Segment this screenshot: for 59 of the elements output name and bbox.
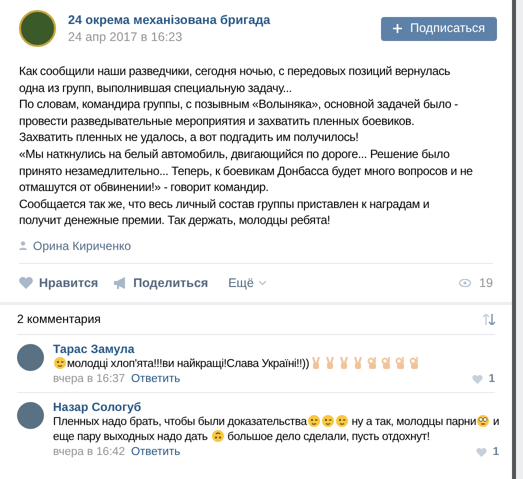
comment-author-link[interactable]: Тарас Замула (53, 342, 134, 357)
view-count: 19 (479, 274, 493, 292)
post-text-line: принято незамедлительно... Теперь, к боевикам Донбасса будет много вопросов и не (19, 162, 473, 180)
post-text-line: одна из групп, выполнившая специальную задачу... (19, 80, 292, 96)
reply-link[interactable]: Ответить (131, 444, 180, 460)
ok-hand-icon (395, 356, 406, 369)
comment-text: молодці хлоп'ята!!!ви найкращі!Слава Україні!!)) (67, 358, 310, 370)
post-text-line: По словам, командира группы, с позывным «Волыняка», основной задачей было - (19, 96, 458, 113)
comment-time: вчера в 16:37 (53, 372, 126, 387)
victory-hand-icon (325, 356, 336, 369)
post-text-line: Как сообщили наши разведчики, сегодня ночью, с передовых позиций вернулась (19, 63, 450, 80)
caret-icon (258, 280, 266, 285)
winking-face-icon (308, 414, 320, 427)
comment-like-button[interactable]: 1 (472, 372, 495, 387)
emblem-logo[interactable] (19, 10, 56, 47)
comment-count: 2 комментария (17, 311, 101, 328)
comment-text: ну а так, молодцы парни (350, 416, 476, 428)
megaphone-icon (114, 276, 128, 289)
upside-down-face-icon (212, 430, 224, 442)
post-text-line: «Мы наткнулись на белый автомобиль, двигающийся по дороге... Решение было (19, 146, 450, 163)
comment-text: Пленных надо брать, чтобы были доказательства (53, 416, 307, 428)
comment-author-link[interactable]: Назар Сологуб (53, 400, 142, 415)
subscribe-button[interactable]: Подписаться (381, 16, 497, 40)
post-text-line: Сообщается так же, что весь личный состав группы приставлен к наградам и (19, 196, 430, 212)
avatar[interactable] (17, 344, 44, 371)
heart-icon (472, 374, 483, 384)
sort-icon[interactable] (483, 314, 495, 325)
more-button[interactable]: Ещё (228, 274, 266, 292)
reply-link[interactable]: Ответить (131, 372, 180, 387)
heart-icon (476, 448, 487, 457)
comment-text: большое дело сделали, пусть отдохнут! (226, 430, 430, 443)
victory-hand-icon (311, 356, 322, 369)
avatar[interactable] (17, 402, 44, 429)
eye-icon (459, 278, 472, 287)
share-button[interactable]: Поделиться (114, 274, 208, 292)
group-name-link[interactable]: 24 окрема механізована бригада (68, 12, 270, 28)
heart-icon (19, 276, 33, 289)
post-text-line: провести разведывательные мероприятия и захватить пленных боевиков. (19, 112, 414, 130)
winking-face-icon (54, 356, 66, 369)
winking-face-icon (322, 414, 334, 427)
winking-face-icon (336, 414, 348, 427)
post-text-line: отмашутся от обвинении!» - говорит командир. (19, 179, 269, 196)
ok-hand-icon (381, 356, 392, 369)
victory-hand-icon (339, 356, 350, 369)
comment-text: еще пару выходных надо дать (53, 430, 209, 443)
ok-hand-icon (367, 356, 378, 369)
post-text-line: Захватить пленных не удалось, а вот подгадить им получилось! (19, 129, 358, 146)
like-button[interactable]: Нравится (19, 274, 98, 292)
victory-hand-icon (353, 356, 364, 369)
post-date[interactable]: 24 апр 2017 в 16:23 (68, 28, 182, 46)
comment-like-button[interactable]: 1 (476, 444, 500, 460)
person-icon (19, 241, 27, 250)
comment-time: вчера в 16:42 (53, 444, 126, 460)
ok-hand-icon (409, 356, 420, 369)
signer-link[interactable]: Орина Кириченко (33, 236, 132, 255)
comment-text: и (492, 416, 500, 428)
post-text-line: получит денежные премии. Так держать, молодцы ребята! (19, 212, 330, 229)
surprised-face-icon (477, 414, 490, 427)
plus-icon (393, 24, 402, 33)
